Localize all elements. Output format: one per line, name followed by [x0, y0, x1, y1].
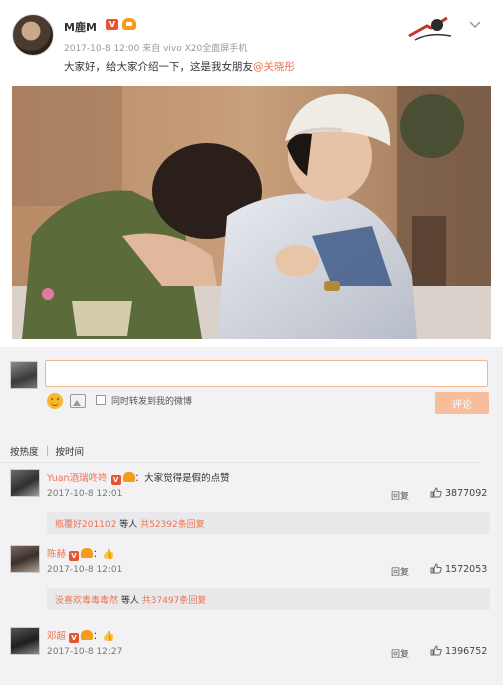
- image-icon[interactable]: [70, 394, 86, 408]
- reply-mid: 等人: [118, 596, 142, 606]
- commenter-name[interactable]: Yuan酒瑞咚咚: [47, 473, 108, 484]
- comment-input[interactable]: [45, 360, 488, 387]
- commenter-avatar[interactable]: [10, 627, 40, 655]
- submit-comment-button[interactable]: 评论: [435, 392, 489, 414]
- divider: [0, 462, 480, 463]
- comment-header: Yuan酒瑞咚咚 V ：大家觉得是假的点赞: [47, 470, 230, 485]
- author-name[interactable]: M鹿M: [64, 19, 97, 35]
- post-text-body: 大家好，给大家介绍一下，这是我女朋友: [64, 61, 253, 73]
- comment-header: 陈赫 V ：👍: [47, 546, 114, 561]
- like-button[interactable]: 1396752: [430, 645, 487, 657]
- reply-user[interactable]: 没喜欢毒毒毒然: [55, 596, 118, 606]
- reply-count[interactable]: 共37497条回复: [142, 596, 207, 606]
- reply-user[interactable]: 瓶覆好201102: [55, 520, 116, 530]
- like-count: 1572053: [445, 564, 488, 575]
- commenter-name[interactable]: 陈赫: [47, 549, 66, 560]
- member-crown-icon: [122, 472, 135, 482]
- chevron-down-icon[interactable]: [468, 20, 482, 30]
- like-button[interactable]: 1572053: [430, 563, 487, 575]
- reply-button[interactable]: 回复: [391, 647, 409, 660]
- comment-section: 同时转发到我的微博 评论 按热度 按时间 Yuan酒瑞咚咚 V ：大家觉得是假的点赞 …: [0, 347, 503, 685]
- repost-checkbox[interactable]: [96, 395, 106, 405]
- thumbs-up-icon: [430, 563, 442, 574]
- like-count: 1396752: [445, 646, 488, 657]
- divider: [46, 446, 48, 456]
- comment-time: 2017-10-8 12:01: [47, 489, 123, 499]
- comment-item: 邓超 V ：👍 2017-10-8 12:27 回复 1396752: [10, 627, 493, 671]
- comment-text: ：👍: [93, 549, 115, 560]
- verified-badge: V: [106, 19, 118, 30]
- reply-summary[interactable]: 没喜欢毒毒毒然 等人 共37497条回复: [47, 588, 490, 610]
- reply-button[interactable]: 回复: [391, 489, 409, 502]
- post-photo[interactable]: [12, 86, 491, 339]
- post-meta: 2017-10-8 12:00 来自 vivo X20全面屏手机: [64, 44, 248, 54]
- member-crown-icon: [81, 630, 94, 640]
- comment-item: 陈赫 V ：👍 2017-10-8 12:01 回复 1572053 没喜欢毒毒毒然…: [10, 545, 493, 611]
- sort-tabs: 按热度 按时间: [10, 444, 84, 460]
- comment-header: 邓超 V ：👍: [47, 628, 114, 643]
- reply-count[interactable]: 共52392条回复: [140, 520, 205, 530]
- commenter-name[interactable]: 邓超: [47, 631, 66, 642]
- commenter-avatar[interactable]: [10, 469, 40, 497]
- verified-badge: V: [110, 475, 121, 485]
- member-crown-icon: [81, 548, 94, 558]
- mention-link[interactable]: @关晓彤: [253, 61, 295, 73]
- comment-text: ：👍: [93, 631, 115, 642]
- author-avatar[interactable]: [12, 14, 54, 56]
- my-avatar[interactable]: [10, 361, 38, 389]
- comment-time: 2017-10-8 12:27: [47, 647, 123, 657]
- repost-label[interactable]: 同时转发到我的微博: [111, 394, 192, 407]
- post-header: M鹿M V 2017-10-8 12:00 来自 vivo X20全面屏手机 大…: [12, 12, 492, 76]
- tab-sort-hot[interactable]: 按热度: [10, 444, 39, 458]
- member-crown-icon: [122, 18, 136, 30]
- verified-badge: V: [69, 633, 80, 643]
- comment-time: 2017-10-8 12:01: [47, 565, 123, 575]
- thumbs-up-icon: [430, 645, 442, 656]
- emoji-icon[interactable]: [47, 393, 63, 409]
- reply-mid: 等人: [116, 520, 141, 530]
- comment-item: Yuan酒瑞咚咚 V ：大家觉得是假的点赞 2017-10-8 12:01 回复 3…: [10, 469, 493, 535]
- like-button[interactable]: 3877092: [430, 487, 487, 499]
- verified-badge: V: [69, 551, 80, 561]
- thumbs-up-icon: [430, 487, 442, 498]
- reply-button[interactable]: 回复: [391, 565, 409, 578]
- reply-summary[interactable]: 瓶覆好201102 等人 共52392条回复: [47, 512, 490, 534]
- decorative-sticker-icon: [408, 16, 452, 41]
- tab-sort-time[interactable]: 按时间: [56, 444, 85, 458]
- comment-text: ：大家觉得是假的点赞: [134, 473, 230, 484]
- commenter-avatar[interactable]: [10, 545, 40, 573]
- post-text: 大家好，给大家介绍一下，这是我女朋友@关晓彤: [64, 59, 295, 74]
- like-count: 3877092: [445, 488, 488, 499]
